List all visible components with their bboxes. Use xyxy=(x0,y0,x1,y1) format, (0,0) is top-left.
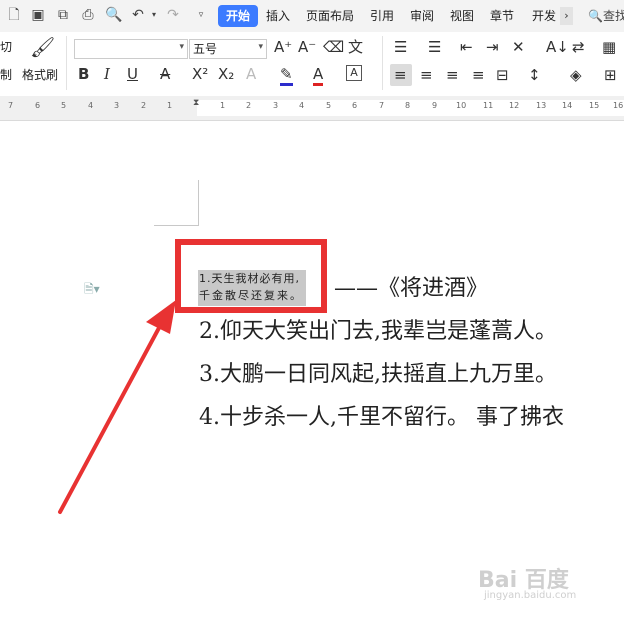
watermark-url: jingyan.baidu.com xyxy=(484,590,577,601)
annotation-arrow-icon xyxy=(58,300,176,514)
